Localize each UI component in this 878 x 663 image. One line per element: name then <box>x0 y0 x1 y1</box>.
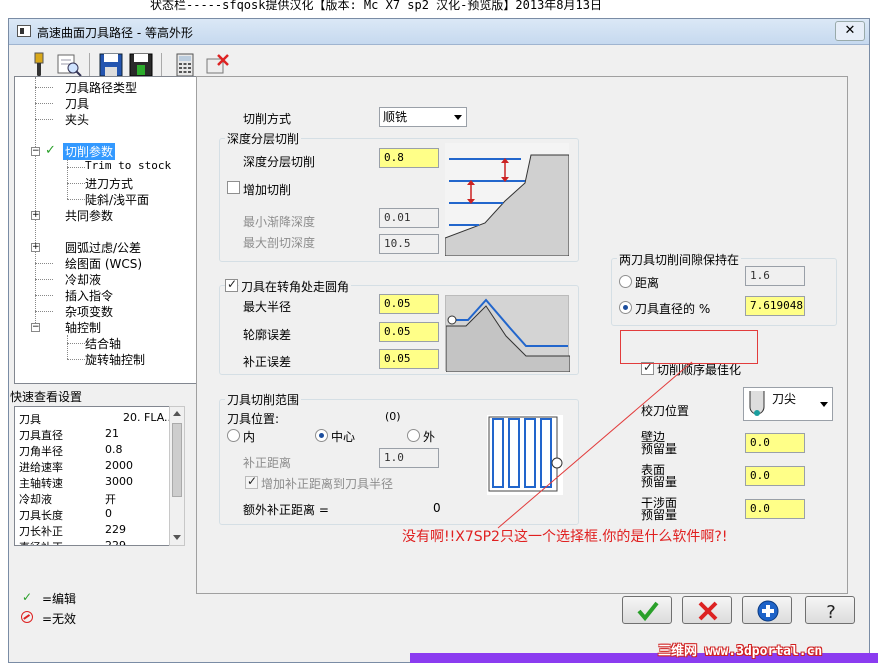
watermark: 三维网 www.3dportal.cn <box>658 644 823 659</box>
annotation-text: 没有啊!!X7SP2只这一个选择框.你的是什么软件啊?! <box>402 529 728 545</box>
annotation-line <box>497 361 693 529</box>
